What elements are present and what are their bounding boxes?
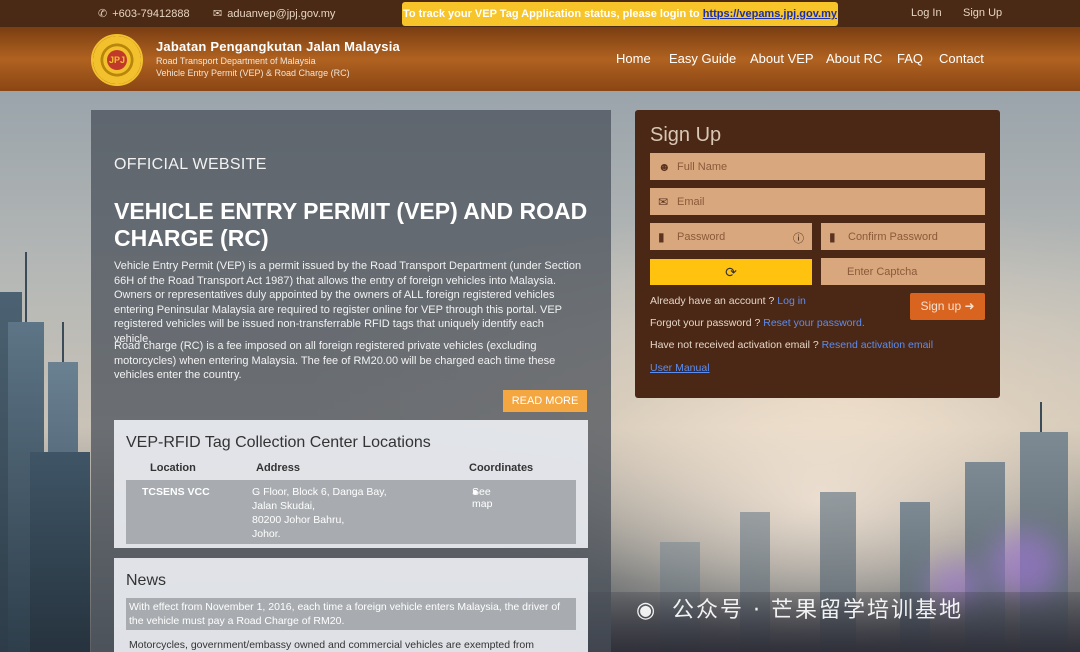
- tower-spire: [25, 252, 27, 322]
- brand-title: Jabatan Pengangkutan Jalan Malaysia: [156, 39, 400, 54]
- watermark-text: 公众号 · 芒果留学培训基地: [672, 598, 963, 623]
- signup-button[interactable]: Sign up ➜: [910, 293, 985, 320]
- forgot-text: Forgot your password ?: [650, 317, 761, 329]
- captcha-field[interactable]: Enter Captcha: [821, 258, 985, 285]
- password-field[interactable]: ▮ Password ⓘ: [650, 223, 812, 250]
- nav-about-rc[interactable]: About RC: [826, 51, 882, 66]
- nav-faq[interactable]: FAQ: [897, 51, 923, 66]
- row-location: TCSENS VCC: [142, 486, 210, 498]
- signup-panel: Sign Up ☻ Full Name ✉ Email ▮ Password ⓘ…: [635, 110, 1000, 398]
- user-manual-link[interactable]: User Manual: [650, 362, 710, 374]
- rc-description: Road charge (RC) is a fee imposed on all…: [114, 340, 556, 381]
- top-bar: ✆ +603-79412888 ✉ aduanvep@jpj.gov.my To…: [0, 0, 1080, 27]
- lock-icon: ▮: [658, 230, 665, 244]
- nav-home[interactable]: Home: [616, 51, 651, 66]
- table-row: TCSENS VCC G Floor, Block 6, Danga Bay, …: [126, 480, 576, 544]
- col-location: Location: [150, 462, 196, 474]
- info-icon[interactable]: ⓘ: [793, 230, 804, 246]
- activation-line: Have not received activation email ? Res…: [650, 339, 933, 351]
- light-flare: [990, 531, 1060, 601]
- brand: Jabatan Pengangkutan Jalan Malaysia Road…: [156, 39, 400, 78]
- row-address-line: G Floor, Block 6, Danga Bay,: [252, 486, 387, 498]
- email-address: aduanvep@jpj.gov.my: [227, 7, 336, 20]
- row-address-line: Jalan Skudai,: [252, 500, 316, 512]
- lock-icon: ▮: [829, 230, 836, 244]
- col-coordinates: Coordinates: [469, 462, 534, 474]
- nav-about-vep[interactable]: About VEP: [750, 51, 814, 66]
- full-name-placeholder: Full Name: [677, 161, 728, 173]
- signup-button-label: Sign up: [920, 299, 962, 313]
- refresh-icon: ⟳: [725, 264, 737, 280]
- read-more-button[interactable]: READ MORE: [503, 390, 587, 412]
- envelope-icon: ✉: [658, 195, 669, 209]
- arrow-circle-icon: ➜: [964, 299, 975, 313]
- wechat-icon: ◉: [636, 598, 658, 623]
- news-item: With effect from November 1, 2016, each …: [126, 598, 576, 630]
- news-item: Motorcycles, government/embassy owned an…: [129, 639, 535, 651]
- site-header: JPJ Jabatan Pengangkutan Jalan Malaysia …: [0, 27, 1080, 91]
- full-name-field[interactable]: ☻ Full Name: [650, 153, 985, 180]
- tower: [30, 452, 90, 652]
- track-status-banner: To track your VEP Tag Application status…: [402, 2, 838, 26]
- user-icon: ☻: [658, 160, 671, 174]
- phone-number: +603-79412888: [112, 7, 190, 20]
- locations-title: VEP-RFID Tag Collection Center Locations: [126, 434, 431, 451]
- track-link[interactable]: https://vepams.jpj.gov.my: [703, 8, 837, 20]
- captcha-placeholder: Enter Captcha: [847, 266, 918, 278]
- official-label: OFFICIAL WEBSITE: [114, 156, 267, 173]
- captcha-refresh[interactable]: ⟳: [650, 259, 812, 285]
- email-contact: ✉ aduanvep@jpj.gov.my: [213, 7, 336, 21]
- col-address: Address: [256, 462, 301, 474]
- row-address-line: Johor.: [252, 528, 281, 540]
- top-signup-link[interactable]: Sign Up: [963, 7, 1002, 19]
- nav-easy-guide[interactable]: Easy Guide: [669, 51, 736, 66]
- resend-activation-link[interactable]: Resend activation email: [822, 339, 933, 351]
- brand-subtitle: Road Transport Department of Malaysia: [156, 56, 316, 66]
- tower-spire: [1040, 402, 1042, 432]
- email-placeholder: Email: [677, 196, 705, 208]
- activation-text: Have not received activation email ?: [650, 339, 819, 351]
- nav-contact[interactable]: Contact: [939, 51, 984, 66]
- info-panel: OFFICIAL WEBSITE VEHICLE ENTRY PERMIT (V…: [91, 110, 611, 652]
- reset-password-link[interactable]: Reset your password.: [763, 317, 865, 329]
- logo-emblem: JPJ: [107, 50, 127, 70]
- news-title: News: [126, 572, 167, 589]
- jpj-logo[interactable]: JPJ: [91, 34, 143, 86]
- phone-contact: ✆ +603-79412888: [98, 7, 190, 21]
- have-account-text: Already have an account ?: [650, 295, 775, 307]
- have-account-line: Already have an account ? Log in: [650, 295, 806, 307]
- tower-spire: [62, 322, 64, 362]
- watermark: ◉ 公众号 · 芒果留学培训基地: [636, 592, 963, 624]
- map-marker-icon: ●: [472, 486, 479, 498]
- locations-card: VEP-RFID Tag Collection Center Locations…: [114, 420, 588, 548]
- forgot-password-line: Forgot your password ? Reset your passwo…: [650, 317, 865, 329]
- top-login-link[interactable]: Log In: [911, 7, 942, 19]
- page-title: VEHICLE ENTRY PERMIT (VEP) AND ROAD CHAR…: [114, 198, 588, 251]
- signup-title: Sign Up: [650, 124, 722, 146]
- password-placeholder: Password: [677, 231, 726, 243]
- phone-icon: ✆: [98, 8, 108, 20]
- brand-subtitle-2: Vehicle Entry Permit (VEP) & Road Charge…: [156, 68, 350, 78]
- news-card: News With effect from November 1, 2016, …: [114, 558, 588, 652]
- email-field[interactable]: ✉ Email: [650, 188, 985, 215]
- confirm-password-field[interactable]: ▮ Confirm Password: [821, 223, 985, 250]
- envelope-icon: ✉: [213, 8, 223, 20]
- row-address-line: 80200 Johor Bahru,: [252, 514, 345, 526]
- login-link[interactable]: Log in: [777, 295, 806, 307]
- vep-description: Vehicle Entry Permit (VEP) is a permit i…: [114, 260, 582, 345]
- track-text: To track your VEP Tag Application status…: [403, 8, 703, 20]
- confirm-password-placeholder: Confirm Password: [848, 231, 938, 243]
